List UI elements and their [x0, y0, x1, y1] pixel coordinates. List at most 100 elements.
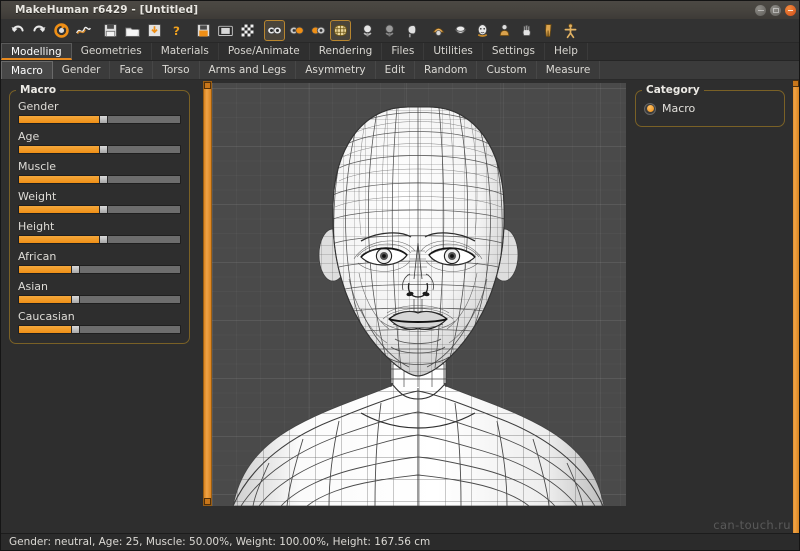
slider-weight[interactable] [18, 205, 181, 214]
maximize-button[interactable] [770, 5, 781, 16]
main-tab-utilities[interactable]: Utilities [424, 43, 483, 60]
wireframe-human-model [211, 83, 626, 506]
side-view-icon[interactable] [401, 20, 422, 41]
slider-label-height: Height [18, 220, 181, 233]
viewport-zoom-slider[interactable] [203, 81, 212, 506]
sub-tab-edit[interactable]: Edit [376, 61, 415, 79]
slider-handle-weight[interactable] [99, 205, 108, 214]
torso-view-icon[interactable] [494, 20, 515, 41]
main-tab-bar: ModellingGeometriesMaterialsPose/Animate… [1, 43, 800, 61]
category-group: Category Macro [635, 90, 785, 127]
legs-view-icon[interactable] [538, 20, 559, 41]
slider-caucasian[interactable] [18, 325, 181, 334]
slider-label-african: African [18, 250, 181, 263]
slider-handle-gender[interactable] [99, 115, 108, 124]
status-bar: Gender: neutral, Age: 25, Muscle: 50.00%… [1, 533, 800, 550]
category-option-macro[interactable]: Macro [644, 100, 776, 117]
slider-row-african: African [18, 250, 181, 274]
sub-tab-face[interactable]: Face [110, 61, 153, 79]
radio-selected-dot [647, 105, 654, 112]
face-view-icon[interactable] [472, 20, 493, 41]
redo-icon[interactable] [29, 20, 50, 41]
help-icon[interactable]: ? [166, 20, 187, 41]
title-bar: MakeHuman r6429 - [Untitled] [1, 1, 800, 19]
slider-fill-gender [19, 116, 100, 123]
zoom-slider-handle-top[interactable] [204, 82, 211, 89]
slider-fill-weight [19, 206, 100, 213]
slider-label-muscle: Muscle [18, 160, 181, 173]
export-icon[interactable] [144, 20, 165, 41]
wireframe-icon[interactable] [330, 20, 351, 41]
slider-muscle[interactable] [18, 175, 181, 184]
main-tab-rendering[interactable]: Rendering [310, 43, 383, 60]
slider-fill-muscle [19, 176, 100, 183]
zoom-slider-handle-bottom[interactable] [204, 498, 211, 505]
sub-tab-macro[interactable]: Macro [1, 61, 53, 79]
main-tab-settings[interactable]: Settings [483, 43, 545, 60]
undo-icon[interactable] [7, 20, 28, 41]
slider-row-height: Height [18, 220, 181, 244]
minimize-button[interactable] [755, 5, 766, 16]
3d-viewport[interactable] [211, 83, 626, 506]
slider-label-age: Age [18, 130, 181, 143]
reset-mesh-icon[interactable] [51, 20, 72, 41]
slider-fill-african [19, 266, 72, 273]
category-label-macro: Macro [662, 102, 695, 115]
front-view-icon[interactable] [357, 20, 378, 41]
sub-tab-random[interactable]: Random [415, 61, 477, 79]
sub-tab-torso[interactable]: Torso [153, 61, 199, 79]
status-text: Gender: neutral, Age: 25, Muscle: 50.00%… [9, 536, 430, 548]
macro-group-title: Macro [16, 84, 60, 96]
main-tab-materials[interactable]: Materials [152, 43, 219, 60]
slider-asian[interactable] [18, 295, 181, 304]
slider-row-weight: Weight [18, 190, 181, 214]
save-tab-icon[interactable] [215, 20, 236, 41]
slider-handle-asian[interactable] [71, 295, 80, 304]
slider-handle-african[interactable] [71, 265, 80, 274]
slider-handle-age[interactable] [99, 145, 108, 154]
slider-handle-muscle[interactable] [99, 175, 108, 184]
main-tab-files[interactable]: Files [382, 43, 424, 60]
back-view-icon[interactable] [379, 20, 400, 41]
sub-tab-arms-and-legs[interactable]: Arms and Legs [200, 61, 297, 79]
sub-tab-asymmetry[interactable]: Asymmetry [296, 61, 375, 79]
slider-row-age: Age [18, 130, 181, 154]
bottom-view-icon[interactable] [450, 20, 471, 41]
slider-african[interactable] [18, 265, 181, 274]
slider-row-muscle: Muscle [18, 160, 181, 184]
makehuman-window: MakeHuman r6429 - [Untitled] ? Modelling… [0, 0, 800, 551]
slider-fill-age [19, 146, 100, 153]
save-icon[interactable] [100, 20, 121, 41]
window-title: MakeHuman r6429 - [Untitled] [15, 4, 198, 16]
watermark: can-touch.ru [713, 518, 791, 532]
slider-height[interactable] [18, 235, 181, 244]
slider-age[interactable] [18, 145, 181, 154]
main-tab-help[interactable]: Help [545, 43, 588, 60]
grab-screen-icon[interactable] [193, 20, 214, 41]
window-controls [755, 5, 796, 16]
slider-gender[interactable] [18, 115, 181, 124]
main-tab-pose-animate[interactable]: Pose/Animate [219, 43, 310, 60]
slider-handle-height[interactable] [99, 235, 108, 244]
slider-handle-caucasian[interactable] [71, 325, 80, 334]
symmetry-right-icon[interactable] [286, 20, 307, 41]
top-view-icon[interactable] [428, 20, 449, 41]
main-tab-geometries[interactable]: Geometries [72, 43, 152, 60]
sub-tab-custom[interactable]: Custom [477, 61, 536, 79]
smooth-icon[interactable] [73, 20, 94, 41]
load-icon[interactable] [122, 20, 143, 41]
close-button[interactable] [785, 5, 796, 16]
right-scrollbar-handle[interactable] [792, 80, 799, 87]
hand-view-icon[interactable] [516, 20, 537, 41]
main-tab-modelling[interactable]: Modelling [1, 43, 72, 60]
global-camera-icon[interactable] [560, 20, 581, 41]
macro-slider-group: Macro GenderAgeMuscleWeightHeightAfrican… [9, 90, 190, 344]
sub-tab-measure[interactable]: Measure [537, 61, 601, 79]
symmetry-icon[interactable] [264, 20, 285, 41]
background-icon[interactable] [237, 20, 258, 41]
radio-button-macro[interactable] [644, 103, 656, 115]
symmetry-left-icon[interactable] [308, 20, 329, 41]
sub-tab-gender[interactable]: Gender [53, 61, 111, 79]
slider-fill-asian [19, 296, 72, 303]
slider-row-asian: Asian [18, 280, 181, 304]
